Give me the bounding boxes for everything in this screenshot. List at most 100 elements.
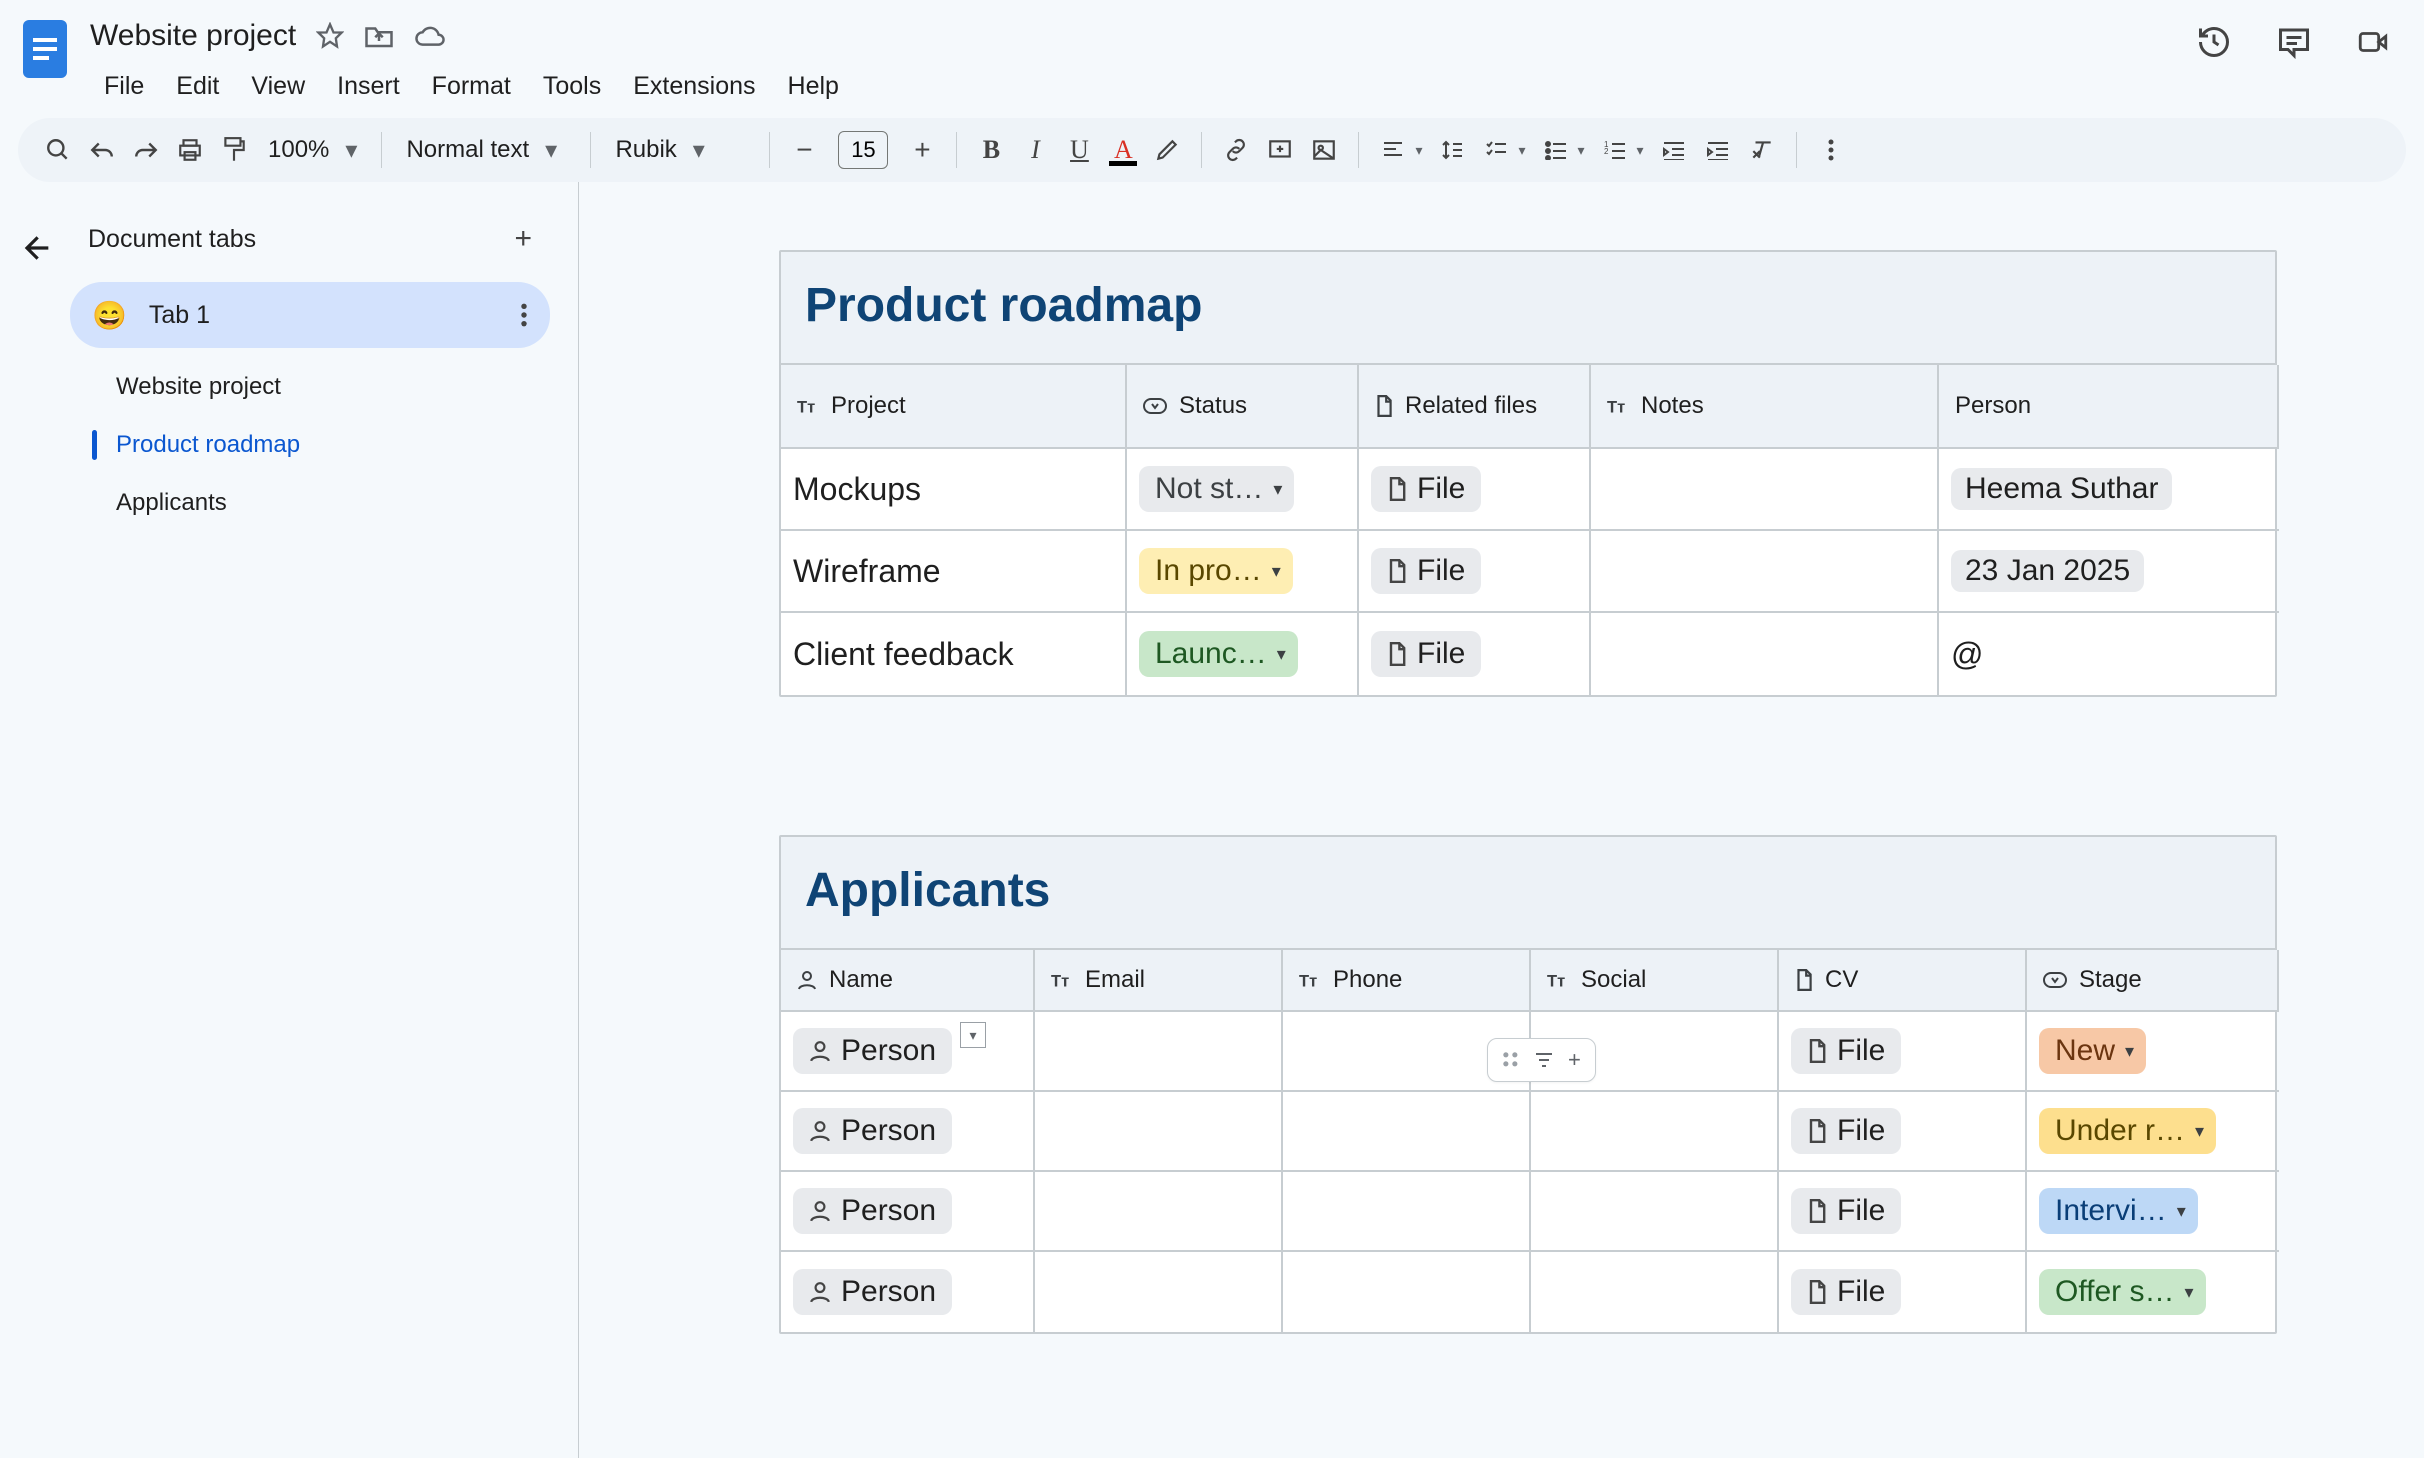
tab-menu-icon[interactable] bbox=[520, 302, 528, 328]
history-icon[interactable] bbox=[2196, 24, 2232, 60]
bullet-list-icon[interactable] bbox=[1536, 130, 1576, 170]
menu-edit[interactable]: Edit bbox=[162, 64, 233, 109]
file-chip[interactable]: File bbox=[1371, 631, 1481, 677]
status-chip[interactable]: Launc…▾ bbox=[1139, 631, 1298, 677]
email-cell[interactable] bbox=[1035, 1092, 1283, 1172]
numbered-caret[interactable]: ▾ bbox=[1637, 142, 1644, 159]
stage-cell[interactable]: Offer s…▾ bbox=[2027, 1252, 2279, 1332]
column-header-notes[interactable]: TтNotes bbox=[1591, 365, 1939, 449]
comments-icon[interactable] bbox=[2276, 24, 2312, 60]
undo-icon[interactable] bbox=[82, 130, 122, 170]
email-cell[interactable] bbox=[1035, 1252, 1283, 1332]
meet-icon[interactable] bbox=[2356, 25, 2390, 59]
stage-chip[interactable]: Under r…▾ bbox=[2039, 1108, 2216, 1154]
decrease-indent-icon[interactable] bbox=[1654, 130, 1694, 170]
person-cell[interactable]: Heema Suthar bbox=[1939, 449, 2279, 531]
person-chip[interactable]: Person bbox=[793, 1108, 952, 1154]
email-cell[interactable] bbox=[1035, 1172, 1283, 1252]
stage-cell[interactable]: New▾ bbox=[2027, 1012, 2279, 1092]
column-header-project[interactable]: TтProject bbox=[781, 365, 1127, 449]
redo-icon[interactable] bbox=[126, 130, 166, 170]
print-icon[interactable] bbox=[170, 130, 210, 170]
person-chip[interactable]: Person bbox=[793, 1188, 952, 1234]
column-header-files[interactable]: Related files bbox=[1359, 365, 1591, 449]
outline-item[interactable]: Product roadmap bbox=[70, 416, 550, 474]
status-cell[interactable]: In pro…▾ bbox=[1127, 531, 1359, 613]
font-dropdown[interactable]: Rubik▾ bbox=[605, 136, 755, 165]
add-comment-icon[interactable] bbox=[1260, 130, 1300, 170]
project-cell[interactable]: Mockups bbox=[781, 449, 1127, 531]
stage-chip[interactable]: Offer s…▾ bbox=[2039, 1269, 2206, 1315]
paragraph-style-dropdown[interactable]: Normal text▾ bbox=[396, 136, 576, 165]
menu-tools[interactable]: Tools bbox=[529, 64, 615, 109]
cloud-status-icon[interactable] bbox=[414, 24, 446, 48]
checklist-icon[interactable] bbox=[1476, 130, 1516, 170]
name-cell[interactable]: Person bbox=[781, 1252, 1035, 1332]
person-chip[interactable]: Heema Suthar bbox=[1951, 468, 2172, 510]
menu-format[interactable]: Format bbox=[418, 64, 525, 109]
column-header-name[interactable]: Name bbox=[781, 950, 1035, 1012]
bold-icon[interactable]: B bbox=[971, 130, 1011, 170]
paint-format-icon[interactable] bbox=[214, 130, 254, 170]
social-cell[interactable] bbox=[1531, 1172, 1779, 1252]
column-header-cv[interactable]: CV bbox=[1779, 950, 2027, 1012]
search-icon[interactable] bbox=[38, 130, 78, 170]
line-spacing-icon[interactable] bbox=[1432, 130, 1472, 170]
outline-item[interactable]: Applicants bbox=[70, 474, 550, 532]
outline-item[interactable]: Website project bbox=[70, 358, 550, 416]
column-header-status[interactable]: Status bbox=[1127, 365, 1359, 449]
decrease-font-icon[interactable]: − bbox=[784, 130, 824, 170]
star-icon[interactable] bbox=[316, 22, 344, 50]
align-icon[interactable] bbox=[1373, 130, 1413, 170]
file-chip[interactable]: File bbox=[1371, 548, 1481, 594]
menu-file[interactable]: File bbox=[90, 64, 158, 109]
file-chip[interactable]: File bbox=[1791, 1108, 1901, 1154]
phone-cell[interactable] bbox=[1283, 1092, 1531, 1172]
stage-cell[interactable]: Under r…▾ bbox=[2027, 1092, 2279, 1172]
document-title[interactable]: Website project bbox=[90, 19, 296, 53]
zoom-dropdown[interactable]: 100%▾ bbox=[258, 136, 367, 165]
highlight-icon[interactable] bbox=[1147, 130, 1187, 170]
bullet-caret[interactable]: ▾ bbox=[1578, 142, 1585, 159]
column-header-social[interactable]: TтSocial bbox=[1531, 950, 1779, 1012]
file-chip[interactable]: File bbox=[1371, 466, 1481, 512]
chip-dropdown-icon[interactable]: ▾ bbox=[960, 1022, 986, 1048]
increase-indent-icon[interactable] bbox=[1698, 130, 1738, 170]
document-canvas[interactable]: Product roadmap TтProject Status Related… bbox=[578, 182, 2424, 1458]
status-chip[interactable]: Not st…▾ bbox=[1139, 466, 1294, 512]
checklist-caret[interactable]: ▾ bbox=[1518, 142, 1525, 159]
person-cell[interactable]: 23 Jan 2025 bbox=[1939, 531, 2279, 613]
person-chip[interactable]: Person bbox=[793, 1269, 952, 1315]
file-chip[interactable]: File bbox=[1791, 1028, 1901, 1074]
status-cell[interactable]: Not st…▾ bbox=[1127, 449, 1359, 531]
add-icon[interactable]: + bbox=[1568, 1047, 1581, 1073]
cv-cell[interactable]: File bbox=[1779, 1092, 2027, 1172]
increase-font-icon[interactable]: + bbox=[902, 130, 942, 170]
stage-chip[interactable]: Intervi…▾ bbox=[2039, 1188, 2198, 1234]
insert-image-icon[interactable] bbox=[1304, 130, 1344, 170]
phone-cell[interactable] bbox=[1283, 1172, 1531, 1252]
column-header-stage[interactable]: Stage bbox=[2027, 950, 2279, 1012]
name-cell[interactable]: Person bbox=[781, 1172, 1035, 1252]
notes-cell[interactable] bbox=[1591, 449, 1939, 531]
stage-cell[interactable]: Intervi…▾ bbox=[2027, 1172, 2279, 1252]
collapse-sidebar-icon[interactable] bbox=[19, 232, 51, 1458]
stage-chip[interactable]: New▾ bbox=[2039, 1028, 2146, 1074]
cv-cell[interactable]: File bbox=[1779, 1252, 2027, 1332]
move-folder-icon[interactable] bbox=[364, 23, 394, 49]
clear-format-icon[interactable] bbox=[1742, 130, 1782, 170]
cv-cell[interactable]: File bbox=[1779, 1172, 2027, 1252]
file-chip[interactable]: File bbox=[1791, 1269, 1901, 1315]
person-chip[interactable]: 23 Jan 2025 bbox=[1951, 550, 2144, 592]
menu-insert[interactable]: Insert bbox=[323, 64, 414, 109]
menu-view[interactable]: View bbox=[237, 64, 319, 109]
social-cell[interactable] bbox=[1531, 1252, 1779, 1332]
column-header-person[interactable]: Person bbox=[1939, 365, 2279, 449]
align-caret[interactable]: ▾ bbox=[1415, 142, 1422, 159]
insert-link-icon[interactable] bbox=[1216, 130, 1256, 170]
menu-help[interactable]: Help bbox=[774, 64, 853, 109]
column-header-email[interactable]: TтEmail bbox=[1035, 950, 1283, 1012]
status-chip[interactable]: In pro…▾ bbox=[1139, 548, 1293, 594]
phone-cell[interactable] bbox=[1283, 1252, 1531, 1332]
font-size-input[interactable] bbox=[838, 131, 888, 169]
